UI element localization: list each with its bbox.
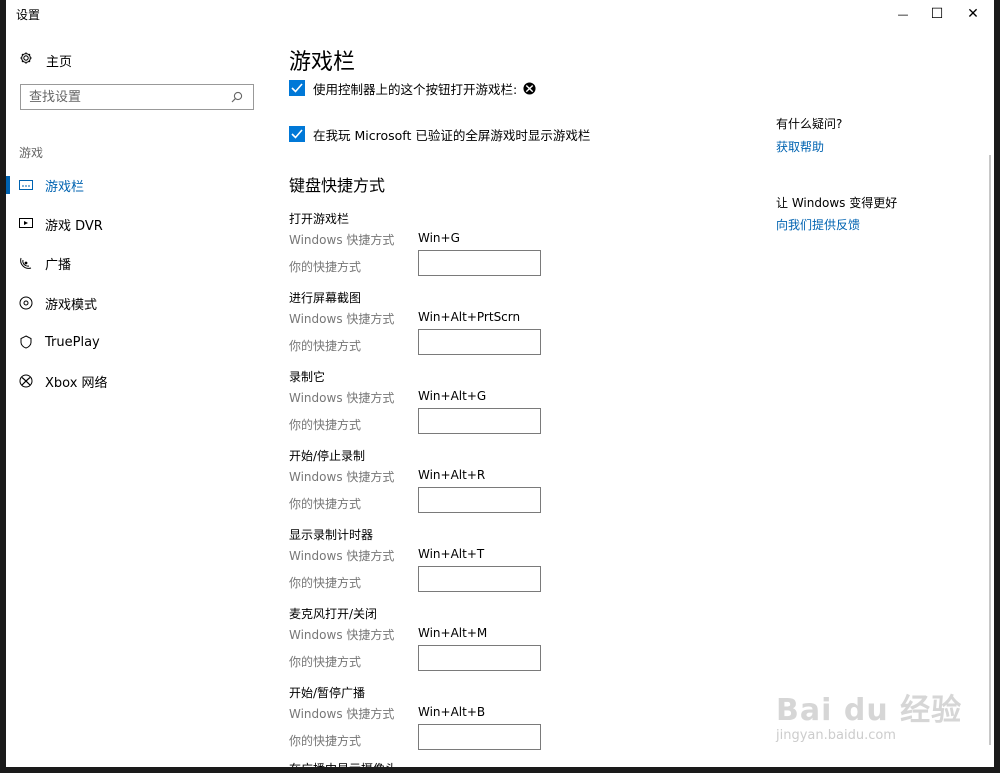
windows-shortcut-label: Windows 快捷方式 xyxy=(289,233,395,247)
your-shortcut-label: 你的快捷方式 xyxy=(289,418,362,432)
xbox-icon xyxy=(18,374,34,388)
maximize-icon: ☐ xyxy=(930,6,944,22)
game-bar-icon xyxy=(18,180,34,190)
your-shortcut-label: 你的快捷方式 xyxy=(289,260,362,274)
controller-checkbox-row[interactable]: 使用控制器上的这个按钮打开游戏栏: xyxy=(289,78,536,98)
fullscreen-checkbox-label: 在我玩 Microsoft 已验证的全屏游戏时显示游戏栏 xyxy=(313,127,591,143)
your-shortcut-input[interactable] xyxy=(418,408,541,434)
your-shortcut-label: 你的快捷方式 xyxy=(289,339,362,353)
broadcast-icon xyxy=(18,256,34,270)
feedback-link[interactable]: 向我们提供反馈 xyxy=(776,216,860,233)
your-shortcut-input[interactable] xyxy=(418,724,541,750)
cut-off-shortcut-name: 在广播中显示摄像头 xyxy=(289,760,397,767)
close-button[interactable]: ✕ xyxy=(957,0,989,28)
windows-shortcut-value: Win+Alt+T xyxy=(418,547,485,561)
your-shortcut-label: 你的快捷方式 xyxy=(289,497,362,511)
windows-shortcut-label: Windows 快捷方式 xyxy=(289,707,395,721)
sidebar-item-label: 游戏 DVR xyxy=(45,218,103,234)
improve-windows-heading: 让 Windows 变得更好 xyxy=(776,196,898,210)
windows-shortcut-value: Win+Alt+G xyxy=(418,389,487,403)
windows-shortcut-label: Windows 快捷方式 xyxy=(289,628,395,642)
section-label-gaming: 游戏 xyxy=(19,146,44,160)
home-nav-item[interactable]: 主页 xyxy=(19,50,72,70)
controller-checkbox-label: 使用控制器上的这个按钮打开游戏栏: xyxy=(313,81,518,97)
your-shortcut-label: 你的快捷方式 xyxy=(289,576,362,590)
search-icon[interactable] xyxy=(231,88,247,107)
sidebar: 主页 游戏 游戏栏 游戏 DVR 广播 xyxy=(6,28,268,767)
your-shortcut-input[interactable] xyxy=(418,645,541,671)
home-label: 主页 xyxy=(46,54,73,70)
shortcut-name: 打开游戏栏 xyxy=(289,212,350,226)
windows-shortcut-label: Windows 快捷方式 xyxy=(289,470,395,484)
search-box[interactable] xyxy=(20,84,254,110)
fullscreen-checkbox-row[interactable]: 在我玩 Microsoft 已验证的全屏游戏时显示游戏栏 xyxy=(289,124,590,144)
gear-icon xyxy=(19,51,35,69)
page-title: 游戏栏 xyxy=(289,50,356,75)
keyboard-shortcuts-heading: 键盘快捷方式 xyxy=(289,176,386,195)
sidebar-item-label: 游戏模式 xyxy=(45,297,98,313)
windows-shortcut-label: Windows 快捷方式 xyxy=(289,391,395,405)
sidebar-item-trueplay[interactable]: TruePlay xyxy=(6,330,268,354)
shortcut-name: 麦克风打开/关闭 xyxy=(289,607,378,621)
windows-shortcut-label: Windows 快捷方式 xyxy=(289,549,395,563)
windows-shortcut-value: Win+Alt+R xyxy=(418,468,486,482)
game-mode-icon xyxy=(18,296,34,310)
watermark-url: jingyan.baidu.com xyxy=(776,728,896,743)
sidebar-item-broadcast[interactable]: 广播 xyxy=(6,251,268,275)
your-shortcut-input[interactable] xyxy=(418,329,541,355)
xbox-button-icon xyxy=(523,81,536,95)
sidebar-item-label: TruePlay xyxy=(45,334,100,350)
shortcut-name: 开始/停止录制 xyxy=(289,449,366,463)
search-input[interactable] xyxy=(21,88,231,106)
your-shortcut-label: 你的快捷方式 xyxy=(289,655,362,669)
sidebar-item-label: 游戏栏 xyxy=(45,179,85,195)
minimize-button[interactable]: — xyxy=(887,0,919,28)
shortcut-group-broadcast: 开始/暂停广播 Windows 快捷方式 Win+Alt+B 你的快捷方式 xyxy=(289,684,759,763)
window-title: 设置 xyxy=(16,8,41,22)
trueplay-icon xyxy=(18,335,34,349)
sidebar-item-game-bar[interactable]: 游戏栏 xyxy=(6,173,268,197)
shortcut-name: 录制它 xyxy=(289,370,326,384)
shortcut-group-microphone: 麦克风打开/关闭 Windows 快捷方式 Win+Alt+M 你的快捷方式 xyxy=(289,605,759,684)
watermark-logo: Bai du 经验 xyxy=(776,693,963,728)
sidebar-item-game-mode[interactable]: 游戏模式 xyxy=(6,291,268,315)
windows-shortcut-value: Win+Alt+PrtScrn xyxy=(418,310,521,324)
shortcut-group-screenshot: 进行屏幕截图 Windows 快捷方式 Win+Alt+PrtScrn 你的快捷… xyxy=(289,289,759,368)
your-shortcut-input[interactable] xyxy=(418,250,541,276)
shortcut-name: 显示录制计时器 xyxy=(289,528,374,542)
settings-window: 设置 — ☐ ✕ 主页 游戏 游戏栏 xyxy=(6,0,994,767)
windows-shortcut-value: Win+Alt+M xyxy=(418,626,488,640)
controller-checkbox[interactable] xyxy=(289,80,305,96)
close-icon: ✕ xyxy=(967,6,979,22)
shortcut-name: 进行屏幕截图 xyxy=(289,291,362,305)
windows-shortcut-value: Win+G xyxy=(418,231,460,245)
question-heading: 有什么疑问? xyxy=(776,117,843,131)
windows-shortcut-label: Windows 快捷方式 xyxy=(289,312,395,326)
your-shortcut-input[interactable] xyxy=(418,566,541,592)
game-dvr-icon xyxy=(18,218,34,230)
sidebar-item-label: 广播 xyxy=(45,257,72,273)
shortcut-group-recording-timer: 显示录制计时器 Windows 快捷方式 Win+Alt+T 你的快捷方式 xyxy=(289,526,759,605)
sidebar-item-label: Xbox 网络 xyxy=(45,375,108,391)
shortcut-name: 开始/暂停广播 xyxy=(289,686,366,700)
your-shortcut-input[interactable] xyxy=(418,487,541,513)
shortcut-group-start-stop-recording: 开始/停止录制 Windows 快捷方式 Win+Alt+R 你的快捷方式 xyxy=(289,447,759,526)
your-shortcut-label: 你的快捷方式 xyxy=(289,734,362,748)
maximize-button[interactable]: ☐ xyxy=(921,0,953,28)
get-help-link[interactable]: 获取帮助 xyxy=(776,138,824,155)
fullscreen-checkbox[interactable] xyxy=(289,126,305,142)
minimize-icon: — xyxy=(897,7,909,21)
scrollbar[interactable] xyxy=(989,155,991,745)
shortcut-group-open-game-bar: 打开游戏栏 Windows 快捷方式 Win+G 你的快捷方式 xyxy=(289,210,759,289)
sidebar-item-game-dvr[interactable]: 游戏 DVR xyxy=(6,212,268,236)
title-bar[interactable]: 设置 — ☐ ✕ xyxy=(6,0,994,28)
windows-shortcut-value: Win+Alt+B xyxy=(418,705,486,719)
shortcut-group-record-that: 录制它 Windows 快捷方式 Win+Alt+G 你的快捷方式 xyxy=(289,368,759,447)
sidebar-item-xbox-network[interactable]: Xbox 网络 xyxy=(6,369,268,393)
